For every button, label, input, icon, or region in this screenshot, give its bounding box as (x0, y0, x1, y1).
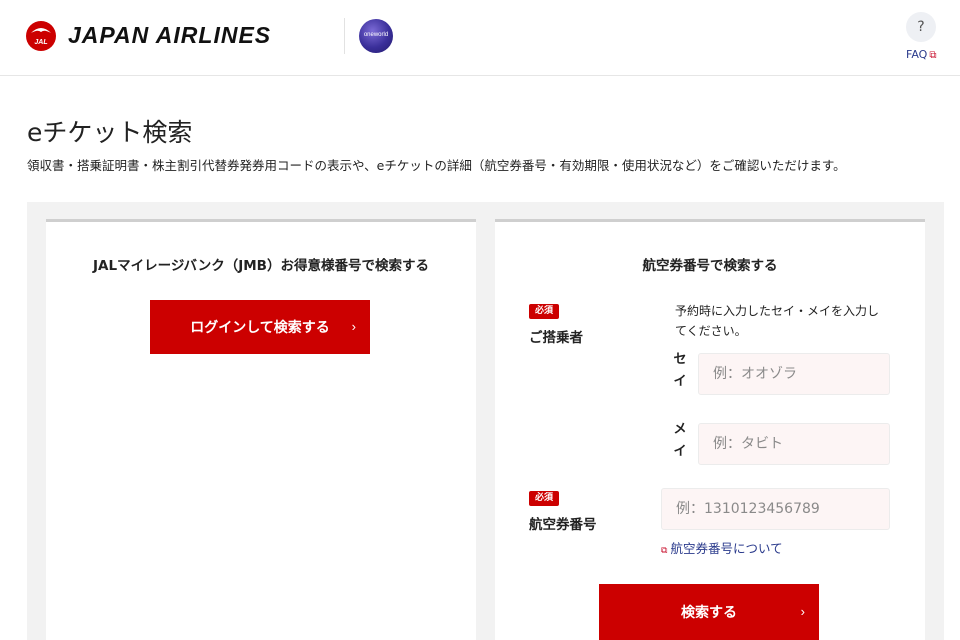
faq-link[interactable]: FAQ ⧉ (906, 48, 936, 61)
login-button-label: ログインして検索する (190, 319, 330, 335)
site-header: JAL JAPAN AIRLINES oneworld ? FAQ ⧉ (0, 0, 960, 76)
ticket-number-input[interactable] (661, 488, 890, 530)
sei-input[interactable] (698, 353, 890, 395)
jal-crane-logo-icon[interactable]: JAL (26, 21, 56, 51)
search-button[interactable]: 検索する › (599, 584, 819, 640)
external-link-icon: ⧉ (929, 50, 937, 61)
required-badge: 必須 (529, 304, 559, 319)
passenger-hint: 予約時に入力したセイ・メイを入力してください。 (675, 304, 880, 338)
ticket-search-panel: 航空券番号で検索する 必須 ご搭乗者 予約時に入力したセイ・メイを入力してくださ… (495, 219, 925, 640)
chevron-right-icon: › (351, 319, 356, 334)
jmb-panel-title: JALマイレージバンク（JMB）お得意様番号で検索する (93, 258, 429, 274)
ticket-number-label: 航空券番号 (529, 517, 597, 533)
header-divider (344, 18, 345, 54)
page-description: 領収書・搭乗証明書・株主割引代替券発券用コードの表示や、eチケットの詳細（航空券… (27, 158, 846, 173)
page-title: eチケット検索 (27, 118, 193, 147)
external-link-icon: ⧉ (661, 546, 668, 556)
faq-label: FAQ (906, 48, 928, 61)
required-badge: 必須 (529, 491, 559, 506)
ticket-panel-title: 航空券番号で検索する (642, 258, 778, 274)
brand-name[interactable]: JAPAN AIRLINES (68, 22, 271, 49)
login-search-button[interactable]: ログインして検索する › (150, 300, 370, 354)
chevron-right-icon: › (800, 604, 805, 619)
sei-label: セイ (673, 352, 687, 389)
mei-input[interactable] (698, 423, 890, 465)
faq-question-icon[interactable]: ? (906, 12, 936, 42)
jmb-search-panel: JALマイレージバンク（JMB）お得意様番号で検索する ログインして検索する › (46, 219, 476, 640)
ticket-number-help-link[interactable]: ⧉ 航空券番号について (661, 538, 783, 557)
help-link-label: 航空券番号について (670, 541, 783, 556)
mei-label: メイ (673, 422, 687, 459)
oneworld-logo-icon: oneworld (359, 19, 393, 53)
svg-text:JAL: JAL (34, 39, 47, 46)
passenger-label: ご搭乗者 (529, 330, 583, 346)
search-button-label: 検索する (681, 604, 737, 620)
